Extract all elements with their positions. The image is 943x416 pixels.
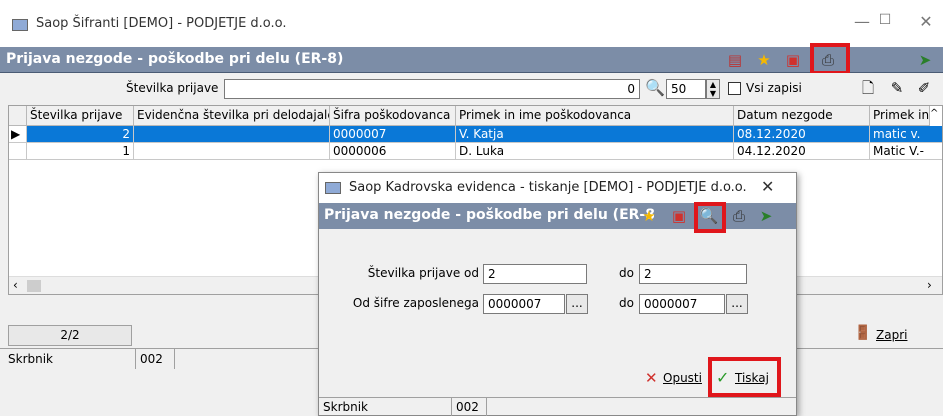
column-header[interactable]: Številka prijave bbox=[27, 106, 134, 126]
exit-icon[interactable]: ➤ bbox=[915, 50, 935, 70]
from-code-input[interactable]: 0000007 bbox=[483, 294, 565, 314]
table-cell[interactable]: 2 bbox=[27, 126, 134, 143]
print-dialog: Saop Kadrovska evidenca - tiskanje [DEMO… bbox=[318, 172, 797, 416]
table-cell[interactable]: 04.12.2020 bbox=[734, 143, 870, 160]
export-icon[interactable]: ▤ bbox=[725, 50, 745, 70]
table-cell[interactable]: 0000006 bbox=[330, 143, 456, 160]
column-header[interactable]: Primek in ime poškodovanca bbox=[456, 106, 734, 126]
dialog-exit-icon[interactable]: ➤ bbox=[756, 206, 776, 226]
table-cell[interactable]: 08.12.2020 bbox=[734, 126, 870, 143]
window-titlebar: Saop Šifranti [DEMO] - PODJETJE d.o.o. —… bbox=[0, 0, 943, 47]
checkmark-icon[interactable]: ✓ bbox=[716, 368, 729, 387]
dialog-printer-icon[interactable]: ⎙ bbox=[729, 206, 749, 226]
print-highlight bbox=[810, 43, 850, 75]
to-code-label: do bbox=[619, 296, 634, 310]
table-cell[interactable]: Matic V.- bbox=[870, 143, 942, 160]
search-icon[interactable]: 🔍 bbox=[645, 78, 665, 97]
page-size-spinner[interactable]: ▲ ▼ bbox=[706, 79, 720, 99]
from-code-lookup-button[interactable]: ... bbox=[566, 294, 588, 314]
all-records-checkbox[interactable] bbox=[728, 82, 741, 95]
dialog-header-title: Prijava nezgode - poškodbe pri delu (ER-… bbox=[324, 207, 654, 223]
scroll-right-icon[interactable]: › bbox=[927, 278, 932, 292]
to-number-input[interactable]: 2 bbox=[639, 264, 747, 284]
dialog-titlebar: Saop Kadrovska evidenca - tiskanje [DEMO… bbox=[319, 173, 796, 203]
table-cell[interactable] bbox=[134, 126, 330, 143]
row-current-marker: ▶ bbox=[9, 126, 27, 143]
dialog-owner-value: 002 bbox=[451, 398, 487, 416]
to-code-input[interactable]: 0000007 bbox=[639, 294, 725, 314]
record-counter: 2/2 bbox=[8, 325, 132, 346]
delete-doc-icon[interactable]: ▣ bbox=[783, 50, 803, 70]
owner-value: 002 bbox=[135, 349, 175, 369]
to-number-label: do bbox=[619, 266, 634, 280]
cancel-x-icon[interactable]: ✕ bbox=[645, 369, 658, 387]
from-number-input[interactable]: 2 bbox=[483, 264, 587, 284]
table-cell[interactable]: D. Luka bbox=[456, 143, 734, 160]
filter-count: 0 bbox=[627, 82, 635, 96]
edit-record-alt-icon[interactable]: ✐ bbox=[914, 78, 934, 98]
filter-bar: Številka prijave 0 🔍 50 ▲ ▼ Vsi zapisi 🗋 … bbox=[0, 73, 943, 105]
new-record-icon[interactable]: 🗋 bbox=[858, 78, 878, 98]
row-marker bbox=[9, 143, 27, 160]
cancel-button[interactable]: Opusti bbox=[663, 371, 702, 385]
table-cell[interactable]: 0000007 bbox=[330, 126, 456, 143]
close-button[interactable]: Zapri bbox=[876, 328, 907, 342]
print-button[interactable]: Tiskaj bbox=[735, 371, 769, 385]
table-cell[interactable]: V. Katja bbox=[456, 126, 734, 143]
dialog-title: Saop Kadrovska evidenca - tiskanje [DEMO… bbox=[349, 180, 747, 195]
maximize-icon[interactable]: ☐ bbox=[870, 12, 900, 34]
from-number-label: Številka prijave od bbox=[367, 266, 479, 280]
module-title: Prijava nezgode - poškodbe pri delu (ER-… bbox=[6, 51, 344, 67]
dialog-close-icon[interactable]: ✕ bbox=[761, 177, 774, 196]
from-code-label: Od šifre zaposlenega bbox=[352, 296, 479, 310]
to-code-lookup-button[interactable]: ... bbox=[726, 294, 748, 314]
column-header[interactable]: Primek in i bbox=[870, 106, 930, 126]
column-header[interactable]: Evidenčna številka pri delodajalcu bbox=[134, 106, 330, 126]
dialog-star-icon[interactable]: ★ bbox=[639, 206, 659, 226]
star-icon[interactable]: ★ bbox=[754, 50, 774, 70]
row-marker-header bbox=[9, 106, 27, 126]
app-icon bbox=[12, 19, 28, 31]
close-door-icon[interactable]: 🚪 bbox=[854, 325, 871, 341]
close-icon[interactable]: ✕ bbox=[911, 12, 941, 34]
preview-highlight bbox=[694, 202, 726, 233]
column-header[interactable]: Datum nezgode bbox=[734, 106, 870, 126]
dialog-owner-label: Skrbnik bbox=[323, 400, 369, 414]
filter-input[interactable]: 0 bbox=[224, 79, 640, 99]
window-title: Saop Šifranti [DEMO] - PODJETJE d.o.o. bbox=[36, 16, 287, 31]
table-cell[interactable]: matic v. bbox=[870, 126, 942, 143]
dialog-app-icon bbox=[325, 182, 341, 194]
dialog-delete-icon[interactable]: ▣ bbox=[669, 206, 689, 226]
dialog-status-bar: Skrbnik 002 bbox=[319, 397, 796, 416]
table-cell[interactable] bbox=[134, 143, 330, 160]
module-header-bar: Prijava nezgode - poškodbe pri delu (ER-… bbox=[0, 47, 943, 73]
all-records-label: Vsi zapisi bbox=[746, 81, 802, 95]
column-header[interactable]: Šifra poškodovanca bbox=[330, 106, 456, 126]
table-cell[interactable]: 1 bbox=[27, 143, 134, 160]
scroll-left-icon[interactable]: ‹ bbox=[13, 278, 18, 292]
edit-record-icon[interactable]: ✎ bbox=[887, 78, 907, 98]
owner-label: Skrbnik bbox=[8, 352, 54, 366]
scrollbar-thumb[interactable] bbox=[27, 280, 41, 292]
scroll-up-icon[interactable]: ^ bbox=[930, 108, 938, 119]
filter-label: Številka prijave bbox=[126, 81, 219, 95]
page-size-input[interactable]: 50 bbox=[666, 79, 706, 99]
